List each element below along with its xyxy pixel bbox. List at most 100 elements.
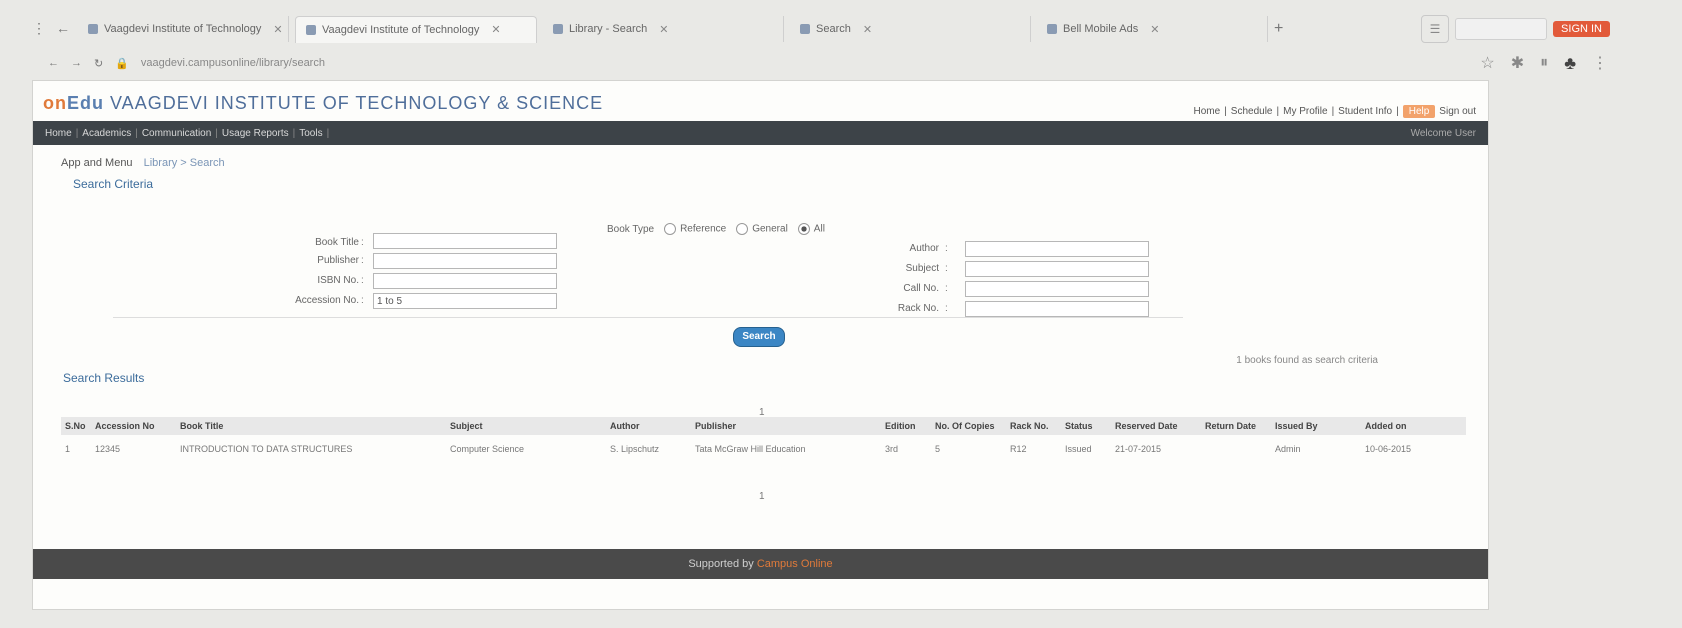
tab-label: Search: [816, 23, 851, 35]
publisher-label: Publisher: [317, 255, 359, 266]
subject-label: Subject: [905, 263, 939, 274]
radio-general[interactable]: General: [736, 223, 788, 235]
column-header[interactable]: Publisher: [691, 421, 881, 431]
tree-icon[interactable]: ♣: [1564, 53, 1576, 74]
user-nav-profile[interactable]: My Profile: [1283, 106, 1327, 117]
search-button[interactable]: Search: [733, 327, 785, 347]
column-header[interactable]: Return Date: [1201, 421, 1271, 431]
table-cell: 12345: [95, 444, 121, 454]
breadcrumb-value[interactable]: Library > Search: [144, 157, 225, 169]
user-nav-signout[interactable]: Sign out: [1439, 106, 1476, 117]
divider: [113, 317, 1183, 318]
results-count-note: 1 books found as search criteria: [1236, 355, 1378, 366]
app-page: onEdu VAAGDEVI INSTITUTE OF TECHNOLOGY &…: [32, 80, 1489, 610]
star-icon[interactable]: ☆: [1480, 53, 1494, 73]
close-tab-icon[interactable]: ✕: [659, 23, 668, 36]
browser-tab[interactable]: Library - Search ✕: [543, 16, 784, 42]
column-header[interactable]: Issued By: [1271, 421, 1361, 431]
results-table: S.No Accession No Book Title Subject Aut…: [61, 417, 1466, 463]
table-row[interactable]: 1 12345 INTRODUCTION TO DATA STRUCTURES …: [61, 435, 1466, 463]
tab-label: Bell Mobile Ads: [1063, 23, 1139, 35]
table-cell: 5: [935, 444, 941, 454]
footer-text: Supported by: [688, 558, 754, 570]
column-header[interactable]: Added on: [1361, 421, 1461, 431]
breadcrumb: App and Menu Library > Search: [61, 157, 225, 169]
more-vert-icon[interactable]: ⋮: [1592, 53, 1608, 73]
column-header[interactable]: Edition: [881, 421, 931, 431]
author-input[interactable]: [965, 241, 1149, 257]
footer-brand-link[interactable]: Campus Online: [757, 558, 833, 570]
forward-icon[interactable]: →: [71, 57, 82, 69]
browser-tab[interactable]: Vaagdevi Institute of Technology ✕: [78, 16, 289, 42]
table-cell: Issued: [1065, 444, 1092, 454]
nav-item-tools[interactable]: Tools: [299, 128, 322, 139]
book-type-group: Book Type Reference General All: [607, 223, 825, 235]
brand-logo[interactable]: onEdu: [43, 93, 104, 113]
rack-no-input[interactable]: [965, 301, 1149, 317]
user-nav-help[interactable]: Help: [1402, 105, 1436, 118]
column-header[interactable]: Rack No.: [1006, 421, 1061, 431]
new-tab-icon[interactable]: +: [1274, 20, 1283, 38]
call-no-label: Call No.: [903, 283, 939, 294]
page-marker-bottom: 1: [759, 491, 765, 502]
nav-item-home[interactable]: Home: [45, 128, 72, 139]
table-header-row: S.No Accession No Book Title Subject Aut…: [61, 417, 1466, 435]
colon: :: [945, 263, 948, 274]
table-cell[interactable]: INTRODUCTION TO DATA STRUCTURES: [176, 444, 446, 454]
accession-input[interactable]: [373, 293, 557, 309]
search-criteria-title: Search Criteria: [73, 177, 154, 191]
close-tab-icon[interactable]: ✕: [1150, 23, 1159, 36]
user-nav-home[interactable]: Home: [1194, 106, 1221, 117]
colon: :: [361, 255, 364, 266]
column-header[interactable]: Book Title: [176, 421, 446, 431]
nav-welcome: Welcome User: [1410, 127, 1476, 139]
nav-item-academics[interactable]: Academics: [82, 128, 131, 139]
reload-icon[interactable]: ↻: [94, 57, 103, 70]
back-icon[interactable]: ←: [48, 57, 59, 69]
browser-tab-strip: ⋮ ← Vaagdevi Institute of Technology ✕ V…: [30, 12, 1610, 46]
call-no-input[interactable]: [965, 281, 1149, 297]
author-label: Author: [909, 243, 939, 254]
browser-tab[interactable]: Search ✕: [790, 16, 1031, 42]
column-header[interactable]: Reserved Date: [1111, 421, 1201, 431]
book-title-input[interactable]: [373, 233, 557, 249]
nav-item-communication[interactable]: Communication: [142, 128, 211, 139]
user-nav-student-info[interactable]: Student Info: [1338, 106, 1392, 117]
isbn-input[interactable]: [373, 273, 557, 289]
column-header[interactable]: No. Of Copies: [931, 421, 1006, 431]
radio-all[interactable]: All: [797, 223, 825, 235]
column-header[interactable]: Accession No: [91, 421, 176, 431]
table-cell: 1: [65, 444, 71, 454]
column-header[interactable]: Subject: [446, 421, 606, 431]
pause-icon[interactable]: ⏸: [1540, 54, 1548, 72]
url-field[interactable]: vaagdevi.campusonline/library/search: [141, 57, 1469, 69]
close-tab-icon[interactable]: ✕: [863, 23, 872, 36]
profile-icon[interactable]: ☰: [1421, 15, 1450, 43]
tab-favicon-icon: [1047, 24, 1057, 34]
user-nav-schedule[interactable]: Schedule: [1231, 106, 1273, 117]
app-brand: onEdu VAAGDEVI INSTITUTE OF TECHNOLOGY &…: [43, 93, 603, 114]
publisher-input[interactable]: [373, 253, 557, 269]
nav-item-usage-reports[interactable]: Usage Reports: [222, 128, 289, 139]
back-arrow-icon[interactable]: ←: [54, 20, 72, 38]
browser-tab[interactable]: Bell Mobile Ads ✕: [1037, 16, 1268, 42]
lock-icon: 🔒: [115, 57, 129, 70]
close-tab-icon[interactable]: ✕: [273, 23, 282, 36]
tab-label: Vaagdevi Institute of Technology: [322, 23, 480, 36]
radio-reference[interactable]: Reference: [664, 223, 726, 235]
colon: :: [945, 283, 948, 294]
table-cell: 3rd: [885, 444, 899, 454]
sign-in-badge[interactable]: SIGN IN: [1553, 21, 1610, 37]
column-header[interactable]: Author: [606, 421, 691, 431]
column-header[interactable]: S.No: [61, 421, 91, 431]
extension-icon[interactable]: ✱: [1511, 53, 1524, 73]
close-tab-icon[interactable]: ✕: [491, 23, 500, 36]
table-cell: 10-06-2015: [1365, 444, 1412, 454]
table-cell: Computer Science: [450, 444, 525, 454]
browser-tab-active[interactable]: Vaagdevi Institute of Technology ✕: [295, 15, 537, 43]
browser-search-box[interactable]: [1455, 18, 1548, 40]
column-header[interactable]: Status: [1061, 421, 1111, 431]
subject-input[interactable]: [965, 261, 1149, 277]
table-cell: Admin: [1275, 444, 1301, 454]
window-menu-icon[interactable]: ⋮: [30, 20, 48, 38]
